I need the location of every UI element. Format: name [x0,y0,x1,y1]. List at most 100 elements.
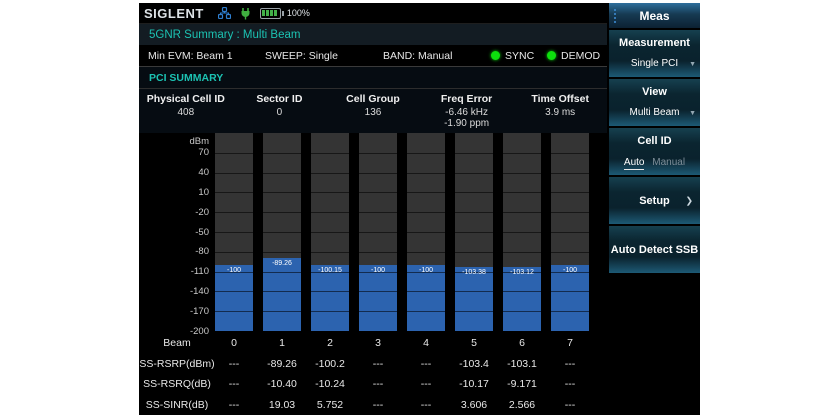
gridline [263,252,301,253]
gridline [359,212,397,213]
beam-index-cell: 5 [455,337,493,349]
table-cell: --- [359,378,397,390]
cell-id-manual-option[interactable]: Manual [652,157,685,168]
chart-column: -100 [359,133,397,331]
beam-index-cell: 0 [215,337,253,349]
pci-field-label: Freq Error [420,93,514,105]
y-axis-tick-label: -80 [139,246,209,257]
beam-index-cell: 6 [503,337,541,349]
chart-column: -89.26 [263,133,301,331]
sweep-status: SWEEP: Single [265,50,338,62]
gridline [359,173,397,174]
beam-index-cell: 3 [359,337,397,349]
gridline [263,153,301,154]
auto-detect-ssb-button[interactable]: Auto Detect SSB [609,226,700,273]
table-cell: -103.1 [503,358,541,370]
measurement-value: Single PCI [609,58,700,69]
cell-id-auto-option[interactable]: Auto [624,157,645,170]
pci-field-label: Sector ID [233,93,327,105]
demod-label: DEMOD [561,50,600,62]
row-label: SS-SINR(dB) [139,399,215,411]
gridline [215,291,253,292]
gridline [407,291,445,292]
gridline [359,232,397,233]
meas-menu-label: Meas [639,9,669,23]
row-label: SS-RSRQ(dB) [139,378,215,390]
power-bar [263,258,301,331]
chevron-down-icon: ▼ [689,61,696,68]
table-cell: --- [215,378,253,390]
chevron-down-icon: ▼ [689,110,696,117]
band-status: BAND: Manual [383,50,452,62]
meas-menu-header[interactable]: Meas [609,3,700,28]
gridline [551,311,589,312]
beam-index-cell: 2 [311,337,349,349]
power-bar [503,267,541,331]
y-axis-tick-label: -110 [139,266,209,277]
gridline [551,173,589,174]
gridline [263,291,301,292]
table-cell: 5.752 [311,399,349,411]
y-axis-unit-label: dBm [139,136,209,147]
gridline [551,331,589,332]
gridline [503,212,541,213]
power-bar [407,265,445,331]
gridline [215,311,253,312]
row-label: SS-RSRP(dBm) [139,358,215,370]
analyzer-screen: SIGLENT [139,3,700,415]
chart-column: -100 [551,133,589,331]
gridline [359,331,397,332]
chart-column: -100 [407,133,445,331]
pci-field: Time Offset3.9 ms [513,93,607,129]
gridline [551,192,589,193]
power-bar [311,265,349,331]
results-table: Beam01234567SS-RSRP(dBm)----89.26-100.2-… [139,333,607,415]
menu-panel-filler [609,273,700,415]
beam-power-chart: dBm704010-20-50-80-110-140-170-200-100-8… [139,133,607,333]
gridline [503,192,541,193]
gridline [551,291,589,292]
gridline [455,252,493,253]
table-cell: --- [215,358,253,370]
pci-field: Physical Cell ID408 [139,93,233,129]
pci-field: Sector ID0 [233,93,327,129]
gridline [455,173,493,174]
measurement-button[interactable]: Measurement Single PCI ▼ [609,30,700,77]
pci-fields: Physical Cell ID408Sector ID0Cell Group1… [139,89,607,129]
siglent-logo: SIGLENT [144,6,204,21]
setup-button[interactable]: Setup ❯ [609,177,700,224]
table-row: SS-RSRQ(dB)----10.40-10.24-------10.17-9… [139,374,607,395]
pci-field-label: Time Offset [513,93,607,105]
pci-field: Cell Group136 [326,93,420,129]
pci-summary-section: PCI SUMMARY Physical Cell ID408Sector ID… [139,67,607,133]
gridline [311,331,349,332]
chart-column: -100.15 [311,133,349,331]
gridline [503,311,541,312]
cell-id-button[interactable]: Cell ID Auto Manual [609,128,700,175]
gridline [215,153,253,154]
gridline [311,252,349,253]
stage: SIGLENT [0,0,840,420]
view-button[interactable]: View Multi Beam ▼ [609,79,700,126]
gridline [215,173,253,174]
gridline [503,252,541,253]
gridline [359,291,397,292]
gridline [503,331,541,332]
gridline [407,252,445,253]
bar-value-label: -100.15 [311,267,349,274]
gridline [407,212,445,213]
gridline [455,212,493,213]
gridline [407,331,445,332]
setup-title: Setup [639,195,670,207]
beam-header-row: Beam01234567 [139,333,607,354]
main-display: SIGLENT [139,3,607,415]
pci-field-value: 408 [139,107,233,118]
gridline [503,291,541,292]
pci-field-value2: -1.90 ppm [420,118,514,129]
chart-column: -103.38 [455,133,493,331]
y-axis-tick-label: -170 [139,306,209,317]
gridline [263,331,301,332]
gridline [263,212,301,213]
y-axis-tick-label: 40 [139,167,209,178]
sync-indicator: SYNC [491,50,534,62]
